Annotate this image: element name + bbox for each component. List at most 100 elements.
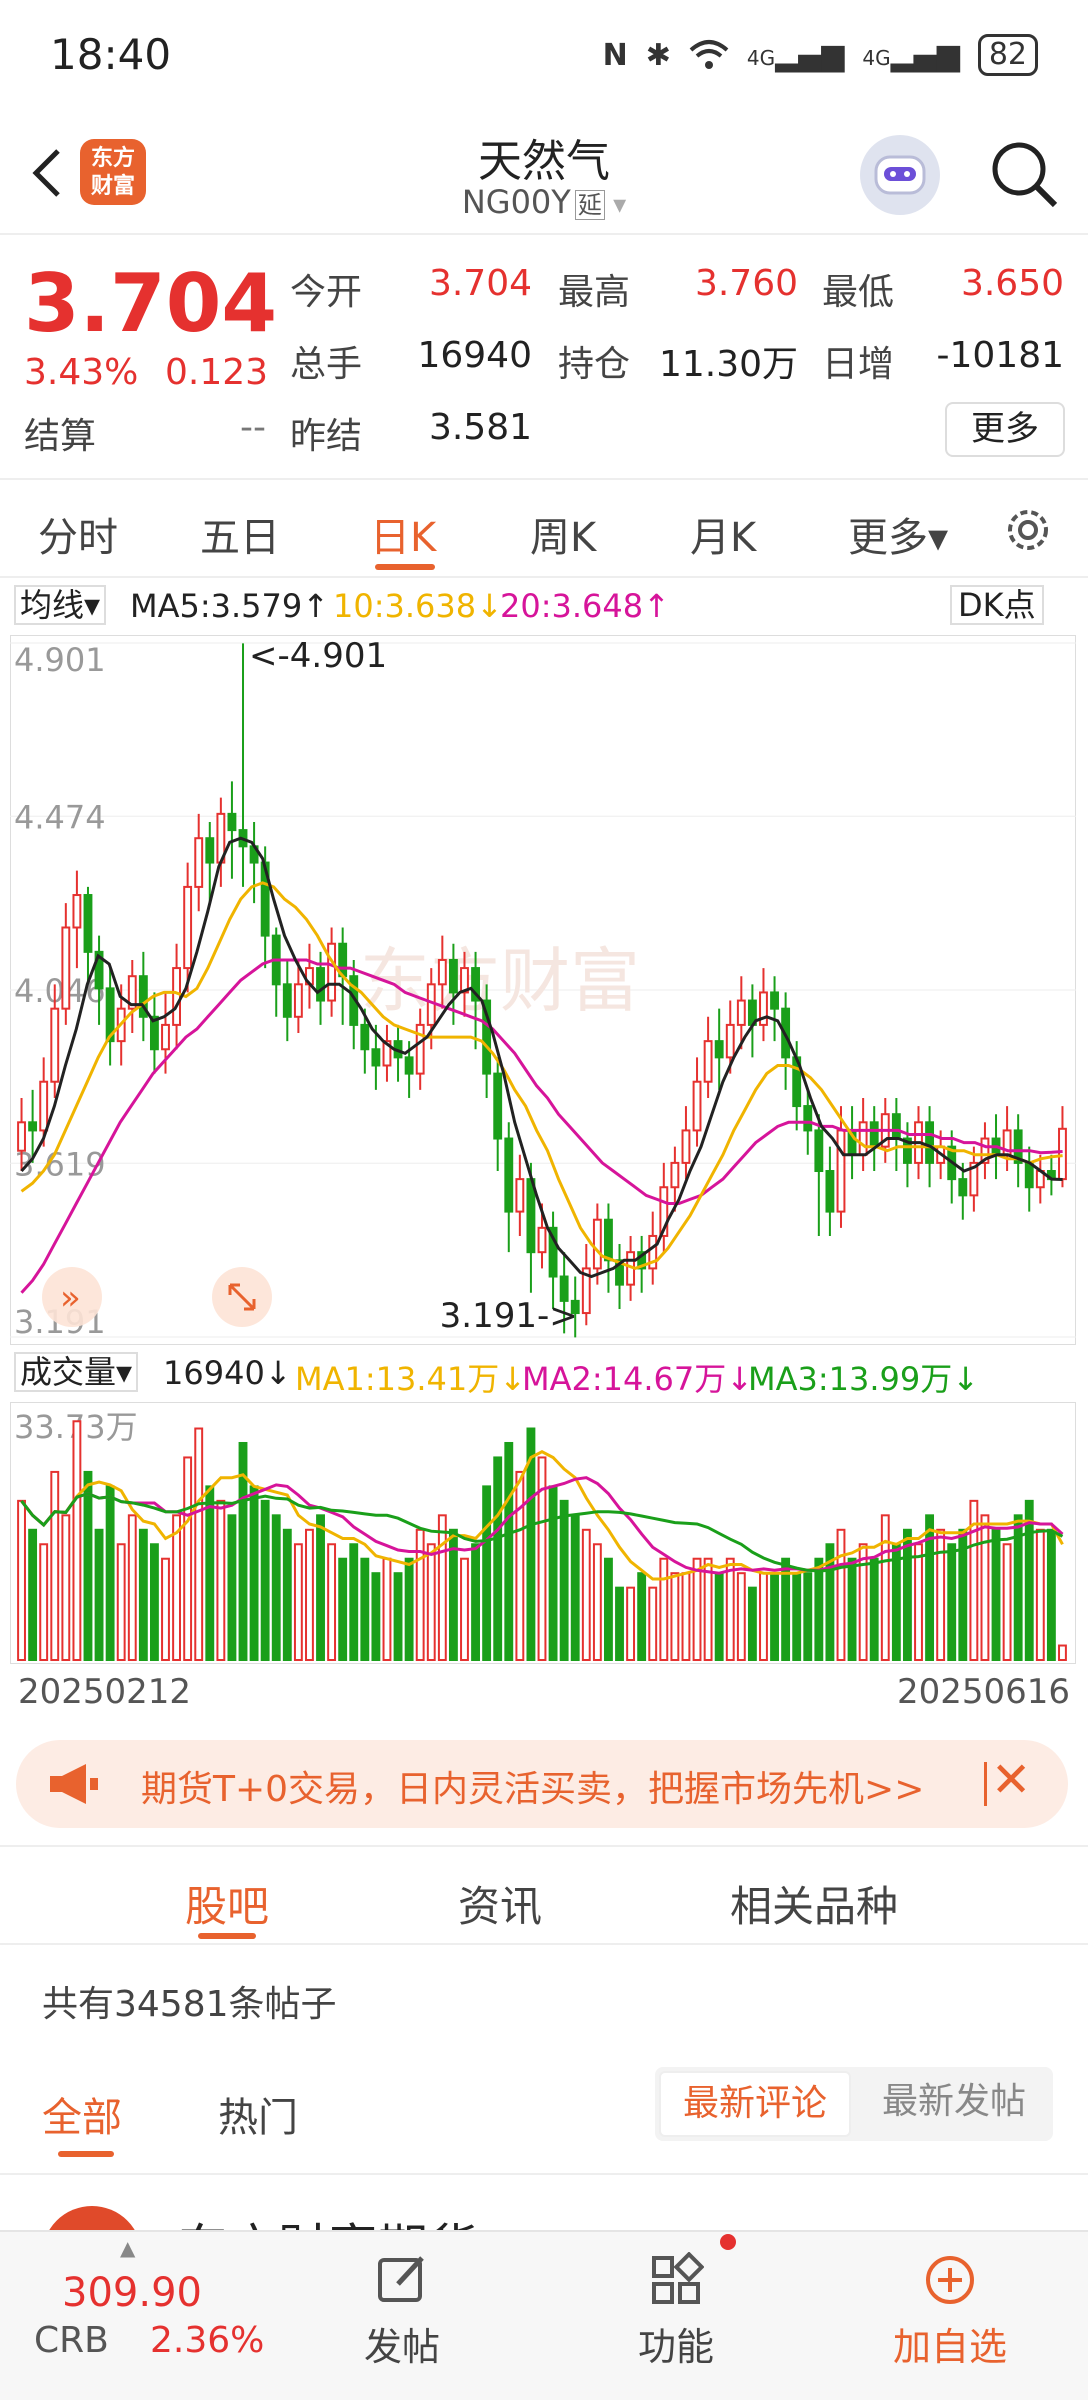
volume-bar	[681, 1572, 691, 1662]
tab-monthly-k[interactable]: 月K	[690, 505, 756, 563]
volume-bar	[891, 1543, 901, 1661]
volume-bar	[116, 1543, 126, 1661]
ma5-label: MA5:3.579↑	[130, 587, 330, 625]
volume-chart[interactable]: 33.73万	[10, 1402, 1076, 1664]
candlestick-chart[interactable]: 4.9014.4744.0463.6193.191东方财富<-4.9013.19…	[10, 635, 1076, 1345]
gear-icon[interactable]	[1000, 502, 1056, 558]
candle-body	[227, 812, 237, 832]
active-section-indicator	[198, 1933, 256, 1939]
title-bar: 东方 财富 天然气 NG00Y 延 ▾	[0, 115, 1088, 235]
candle-body	[1058, 1127, 1067, 1181]
y-tick-label: 4.046	[14, 972, 106, 1010]
volume-bar	[83, 1470, 93, 1662]
end-date: 20250616	[896, 1672, 1070, 1712]
post-author: 东方财富期货	[178, 2208, 478, 2230]
vol-ma2-label: MA2:14.67万↓	[522, 1360, 754, 1398]
sort-latest-comment[interactable]: 最新评论	[659, 2071, 851, 2137]
functions-button[interactable]: 功能	[606, 2252, 746, 2371]
volume-bar	[493, 1456, 503, 1661]
tab-daily-k[interactable]: 日K	[370, 505, 436, 563]
candle-body	[515, 1178, 525, 1213]
tab-five-day[interactable]: 五日	[200, 505, 280, 563]
tab-forum[interactable]: 股吧	[185, 1873, 269, 1934]
candle-body	[282, 983, 292, 1018]
post-button[interactable]: 发帖	[332, 2252, 472, 2371]
daily-change-value: -10181	[936, 335, 1064, 376]
high-label: 最高	[558, 272, 631, 313]
banner-divider	[984, 1762, 987, 1806]
volume-bar	[604, 1557, 613, 1661]
candle-body	[725, 1023, 735, 1059]
volume-bar	[17, 1499, 26, 1661]
volume-bar	[149, 1543, 159, 1661]
high-marker-label: <-4.901	[249, 636, 387, 676]
filter-hot[interactable]: 热门	[218, 2085, 298, 2143]
tab-weekly-k[interactable]: 周K	[530, 505, 596, 563]
notification-dot	[720, 2234, 736, 2250]
volume-bar	[227, 1514, 237, 1661]
low-value: 3.650	[960, 263, 1064, 304]
tab-more[interactable]: 更多▾	[848, 505, 948, 563]
volume-bar	[759, 1572, 768, 1662]
volume-indicator-select[interactable]: 成交量▾	[14, 1352, 139, 1392]
candle-body	[61, 926, 71, 1010]
post-label: 发帖	[363, 2325, 440, 2369]
ma10-label: 10:3.638↓	[333, 587, 503, 625]
crb-index-change: 2.36%	[150, 2320, 265, 2361]
tab-intraday[interactable]: 分时	[38, 505, 118, 563]
close-icon[interactable]: ✕	[991, 1752, 1031, 1808]
volume-bar	[39, 1543, 49, 1661]
candle-body	[371, 1048, 381, 1067]
volume-bar	[880, 1514, 890, 1661]
watermark-text: 东方财富	[360, 940, 640, 1022]
candle-body	[670, 1161, 680, 1189]
candle-body	[504, 1137, 514, 1213]
candle-body	[161, 1023, 170, 1051]
candle-body	[958, 1178, 968, 1197]
daily-change-label: 日增	[822, 344, 895, 385]
add-watchlist-button[interactable]: 加自选	[880, 2252, 1020, 2371]
volume-bar	[670, 1572, 680, 1662]
sort-latest-post[interactable]: 最新发帖	[859, 2071, 1049, 2137]
megaphone-icon	[50, 1764, 98, 1804]
volume-bar	[426, 1543, 436, 1661]
functions-label: 功能	[637, 2325, 714, 2369]
volume-bar	[271, 1514, 281, 1661]
volume-bar	[592, 1543, 602, 1661]
volume-bar	[980, 1514, 990, 1661]
candle-body	[28, 1121, 38, 1132]
candle-body	[770, 991, 779, 1010]
filter-all[interactable]: 全部	[42, 2085, 122, 2143]
dropdown-icon: ▾	[604, 190, 627, 220]
volume-bar	[94, 1528, 104, 1661]
robot-assistant-avatar[interactable]	[860, 135, 940, 215]
tab-related[interactable]: 相关品种	[730, 1873, 898, 1934]
volume-bar	[914, 1543, 923, 1661]
volume-bar	[282, 1528, 292, 1661]
candle-body	[316, 967, 325, 1002]
promo-banner[interactable]: 期货T+0交易，日内灵活买卖，把握市场先机>> ✕	[16, 1740, 1068, 1828]
candle-body	[703, 1040, 713, 1083]
tab-news[interactable]: 资讯	[458, 1873, 542, 1934]
dk-points-button[interactable]: DK点	[950, 585, 1044, 625]
volume-legend: 成交量▾ 16940↓ MA1:13.41万↓ MA2:14.67万↓ MA3:…	[0, 1352, 1088, 1398]
search-icon[interactable]	[985, 135, 1065, 215]
vol-ma3-label: MA3:13.99万↓	[748, 1360, 980, 1398]
prev-settle-value: 3.581	[428, 407, 532, 448]
volume-bar	[559, 1499, 569, 1661]
volume-bar	[902, 1528, 912, 1661]
more-fields-button[interactable]: 更多	[945, 402, 1065, 457]
volume-bar	[1002, 1543, 1012, 1661]
nfc-icon: N	[602, 37, 628, 73]
indicator-select[interactable]: 均线▾	[14, 585, 107, 625]
candle-body	[448, 958, 458, 994]
volume-bar	[836, 1528, 846, 1661]
post-list-item[interactable]: 东方财富期货	[0, 2182, 1088, 2230]
wifi-icon	[689, 40, 729, 69]
candle-body	[825, 1170, 835, 1213]
last-price: 3.704	[24, 257, 278, 350]
crb-index-value[interactable]: 309.90	[62, 2270, 202, 2316]
volume-bar	[814, 1557, 824, 1661]
candle-body	[17, 1121, 26, 1152]
volume-bar	[648, 1586, 658, 1662]
